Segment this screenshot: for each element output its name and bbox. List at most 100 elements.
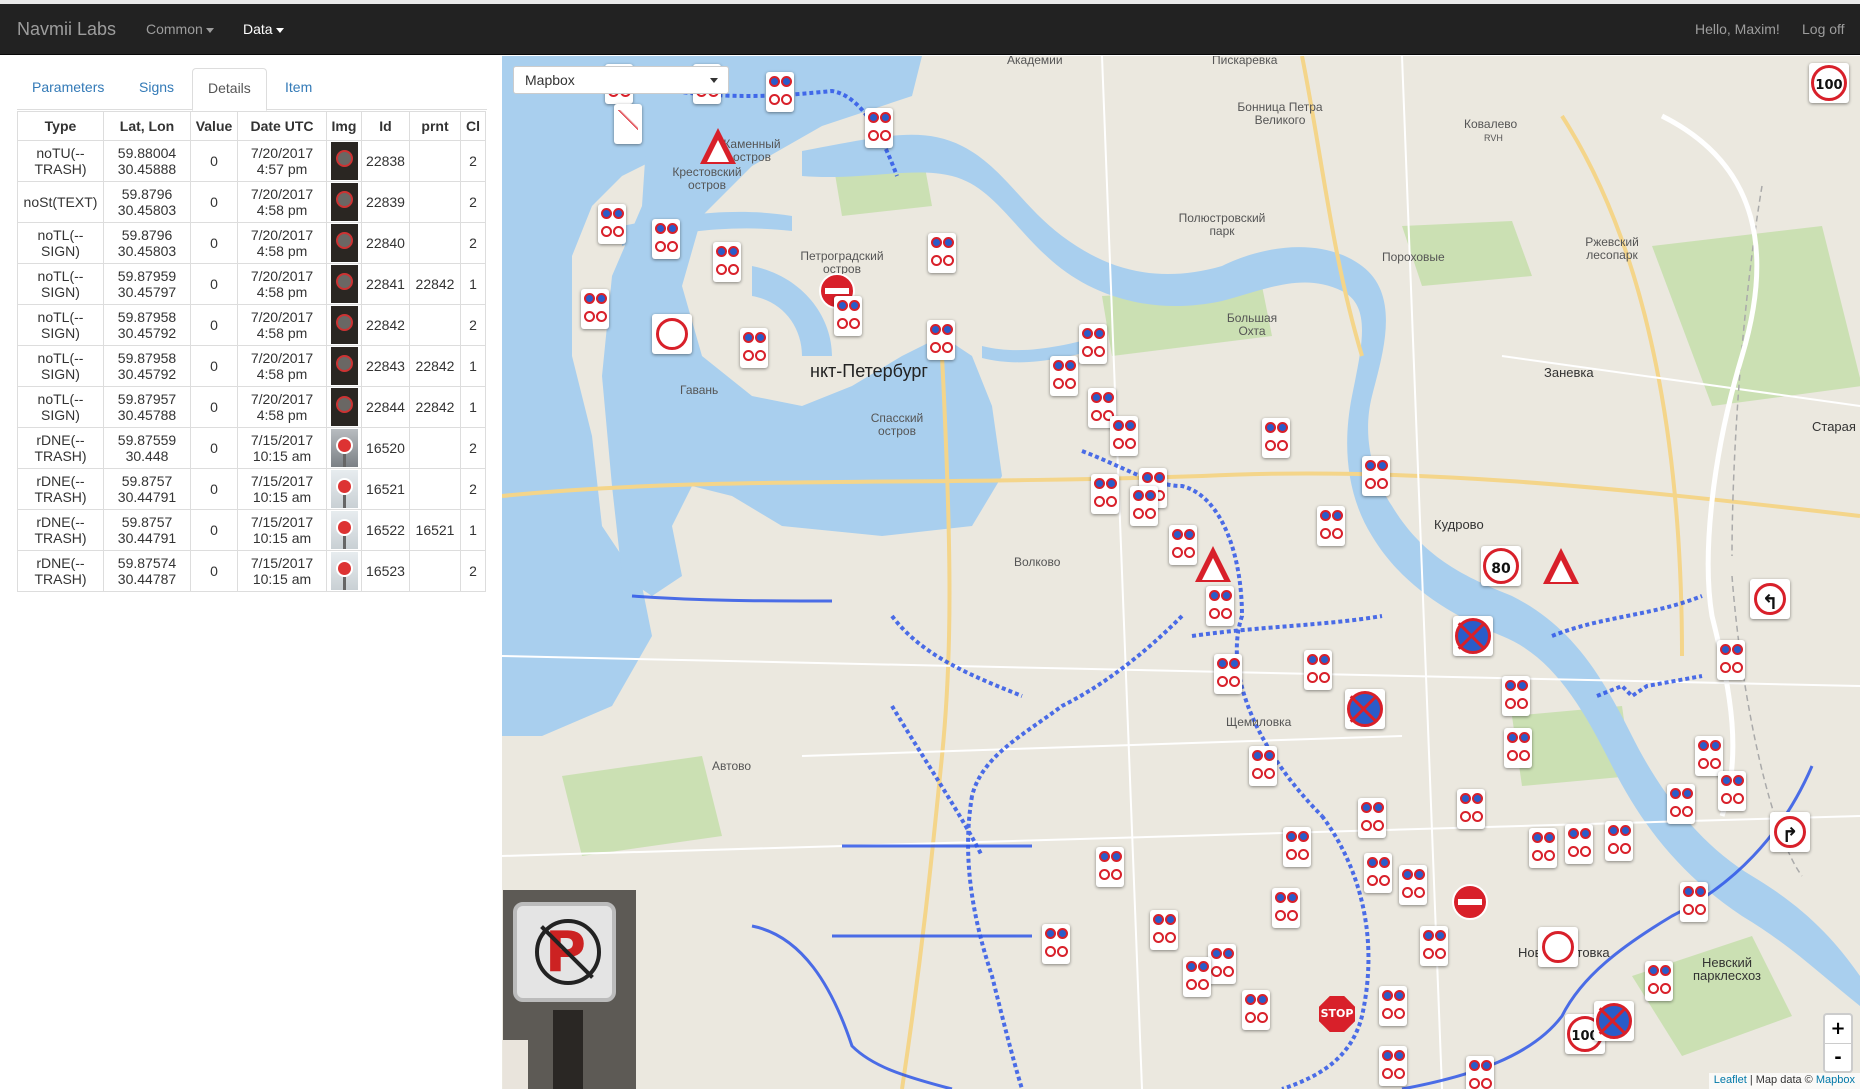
sign-marker[interactable] — [1695, 736, 1723, 776]
col-header-id[interactable]: Id — [361, 111, 410, 141]
table-row[interactable]: noSt(TEXT) 59.8796 30.45803 0 7/20/2017 4:5… — [17, 181, 486, 223]
tab-details[interactable]: Details — [192, 68, 267, 111]
sign-thumbnail[interactable] — [330, 470, 358, 508]
sign-marker[interactable] — [1193, 544, 1233, 584]
sign-marker[interactable] — [1345, 689, 1385, 729]
sign-marker[interactable] — [1420, 926, 1448, 966]
sign-marker[interactable] — [1042, 924, 1070, 964]
sign-marker[interactable] — [652, 219, 680, 259]
sign-marker[interactable]: 80 — [1481, 546, 1521, 586]
sign-marker[interactable] — [1214, 654, 1242, 694]
sign-marker[interactable] — [1450, 882, 1490, 922]
sign-marker[interactable] — [1680, 882, 1708, 922]
col-header-cl[interactable]: Cl — [460, 111, 486, 141]
user-greeting[interactable]: Hello, Maxim! — [1695, 21, 1780, 37]
sign-marker[interactable] — [1718, 771, 1746, 811]
mapbox-link[interactable]: Mapbox — [1816, 1074, 1855, 1086]
sign-thumbnail[interactable] — [330, 552, 358, 590]
table-row[interactable]: rDNE(-- TRASH) 59.8757 30.44791 0 7/15/2017… — [17, 468, 486, 510]
zoom-out-button[interactable]: - — [1825, 1043, 1851, 1071]
sign-marker[interactable] — [614, 104, 642, 144]
table-row[interactable]: noTU(-- TRASH) 59.88004 30.45888 0 7/20/201… — [17, 140, 486, 182]
sign-marker[interactable] — [1249, 746, 1277, 786]
sign-marker[interactable] — [1717, 640, 1745, 680]
sign-marker[interactable] — [1091, 474, 1119, 514]
sign-marker[interactable] — [1317, 506, 1345, 546]
sign-marker[interactable] — [1096, 847, 1124, 887]
sign-marker[interactable] — [834, 296, 862, 336]
col-header-date[interactable]: Date UTC — [237, 111, 327, 141]
table-row[interactable]: rDNE(-- TRASH) 59.87559 30.448 0 7/15/2017 … — [17, 427, 486, 469]
sign-marker[interactable] — [1541, 546, 1581, 586]
sign-marker[interactable] — [1262, 418, 1290, 458]
sign-marker[interactable] — [1079, 324, 1107, 364]
sign-marker[interactable] — [1466, 1056, 1494, 1089]
sign-marker[interactable] — [928, 233, 956, 273]
tab-signs[interactable]: Signs — [124, 68, 189, 110]
sign-thumbnail[interactable] — [330, 347, 358, 385]
table-row[interactable]: noTL(-- SIGN) 59.87959 30.45797 0 7/20/2017… — [17, 263, 486, 305]
sign-marker[interactable] — [1565, 824, 1593, 864]
sign-marker[interactable] — [581, 289, 609, 329]
table-row[interactable]: noTL(-- SIGN) 59.87958 30.45792 0 7/20/2017… — [17, 304, 486, 346]
col-header-value[interactable]: Value — [190, 111, 238, 141]
col-header-type[interactable]: Type — [17, 111, 104, 141]
sign-marker[interactable] — [652, 314, 692, 354]
sign-marker[interactable] — [1358, 798, 1386, 838]
sign-marker[interactable] — [1206, 586, 1234, 626]
sign-thumbnail[interactable] — [330, 511, 358, 549]
sign-marker[interactable] — [1605, 821, 1633, 861]
sign-thumbnail[interactable] — [330, 306, 358, 344]
sign-marker[interactable] — [1183, 957, 1211, 997]
sign-marker[interactable] — [1453, 616, 1493, 656]
brand-logo[interactable]: Navmii Labs — [17, 19, 116, 40]
sign-marker[interactable] — [766, 72, 794, 112]
sign-thumbnail[interactable] — [330, 142, 358, 180]
sign-thumbnail[interactable] — [330, 265, 358, 303]
sign-marker[interactable] — [1594, 1001, 1634, 1041]
sign-marker[interactable] — [1364, 853, 1392, 893]
sign-marker[interactable] — [1130, 486, 1158, 526]
sign-marker[interactable] — [1272, 888, 1300, 928]
sign-thumbnail[interactable] — [330, 224, 358, 262]
sign-thumbnail[interactable] — [330, 388, 358, 426]
sign-marker[interactable]: 100 — [1809, 63, 1849, 103]
sign-marker[interactable] — [1538, 927, 1578, 967]
sign-marker[interactable] — [1304, 650, 1332, 690]
sign-marker[interactable] — [1110, 416, 1138, 456]
sign-marker[interactable] — [598, 204, 626, 244]
sign-marker[interactable] — [1362, 456, 1390, 496]
sign-thumbnail[interactable] — [330, 429, 358, 467]
sign-marker[interactable]: ↱ — [1770, 812, 1810, 852]
sign-marker[interactable] — [1529, 828, 1557, 868]
sign-marker[interactable]: ↰ — [1750, 579, 1790, 619]
map-view[interactable]: Академии Пискаревка Бонница Петра Велико… — [502, 56, 1860, 1089]
col-header-prnt[interactable]: prnt — [409, 111, 461, 141]
table-row[interactable]: rDNE(-- TRASH) 59.8757 30.44791 0 7/15/2017… — [17, 509, 486, 551]
table-row[interactable]: rDNE(-- TRASH) 59.87574 30.44787 0 7/15/201… — [17, 550, 486, 592]
sign-marker[interactable] — [713, 242, 741, 282]
sign-marker[interactable] — [740, 328, 768, 368]
table-row[interactable]: noTL(-- SIGN) 59.87957 30.45788 0 7/20/2017… — [17, 386, 486, 428]
sign-marker[interactable] — [1504, 728, 1532, 768]
table-row[interactable]: noTL(-- SIGN) 59.87958 30.45792 0 7/20/2017… — [17, 345, 486, 387]
sign-marker[interactable] — [1399, 865, 1427, 905]
sign-marker[interactable] — [1208, 944, 1236, 984]
menu-common[interactable]: Common — [146, 21, 214, 37]
sign-marker[interactable] — [1457, 789, 1485, 829]
col-header-latlon[interactable]: Lat, Lon — [103, 111, 191, 141]
layer-select[interactable]: Mapbox — [513, 66, 729, 94]
zoom-in-button[interactable]: + — [1825, 1015, 1851, 1043]
sign-marker[interactable] — [1379, 986, 1407, 1026]
col-header-img[interactable]: Img — [326, 111, 362, 141]
sign-marker[interactable] — [865, 108, 893, 148]
table-row[interactable]: noTL(-- SIGN) 59.8796 30.45803 0 7/20/2017 … — [17, 222, 486, 264]
menu-data[interactable]: Data — [243, 21, 284, 37]
sign-marker[interactable] — [1150, 910, 1178, 950]
tab-parameters[interactable]: Parameters — [17, 68, 119, 110]
sign-marker[interactable] — [1667, 784, 1695, 824]
sign-marker[interactable] — [1502, 676, 1530, 716]
sign-marker[interactable] — [1379, 1046, 1407, 1086]
sign-thumbnail[interactable] — [330, 183, 358, 221]
sign-marker[interactable] — [1645, 961, 1673, 1001]
